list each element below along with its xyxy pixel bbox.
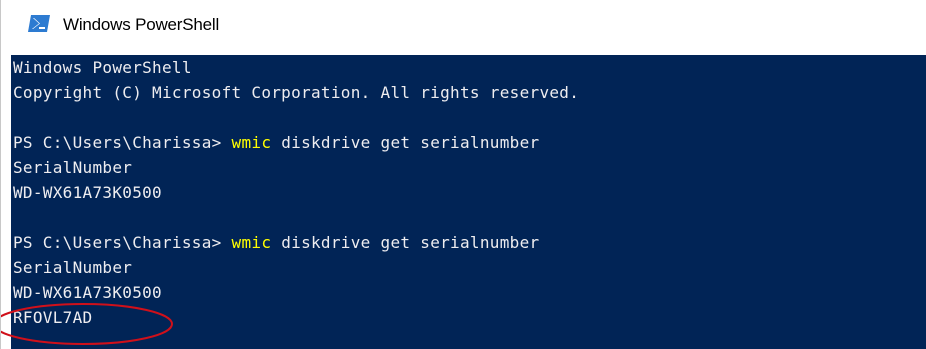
console-line: RFOVL7AD (13, 308, 93, 327)
prompt: PS C:\Users\Charissa> (13, 133, 232, 152)
console-line: SerialNumber (13, 258, 133, 277)
command-line: PS C:\Users\Charissa> wmic diskdrive get… (13, 233, 539, 253)
prompt: PS C:\Users\Charissa> (13, 233, 232, 252)
console-line: SerialNumber (13, 158, 133, 177)
console-output[interactable]: Windows PowerShell Copyright (C) Microso… (11, 55, 926, 349)
console-line: WD-WX61A73K0500 (13, 283, 162, 302)
window-title: Windows PowerShell (63, 15, 220, 34)
powershell-window: Windows PowerShell Windows PowerShell Co… (0, 0, 926, 349)
command-name: wmic (231, 233, 272, 252)
window-border (1, 55, 11, 349)
title-bar[interactable]: Windows PowerShell (1, 0, 926, 55)
command-name: wmic (231, 133, 272, 152)
command-args: diskdrive get serialnumber (271, 233, 540, 252)
command-args: diskdrive get serialnumber (271, 133, 540, 152)
console-line: WD-WX61A73K0500 (13, 183, 162, 202)
console-line: Copyright (C) Microsoft Corporation. All… (13, 83, 580, 102)
console-line: Windows PowerShell (13, 58, 192, 77)
powershell-icon (28, 15, 50, 32)
command-line: PS C:\Users\Charissa> wmic diskdrive get… (13, 133, 539, 153)
